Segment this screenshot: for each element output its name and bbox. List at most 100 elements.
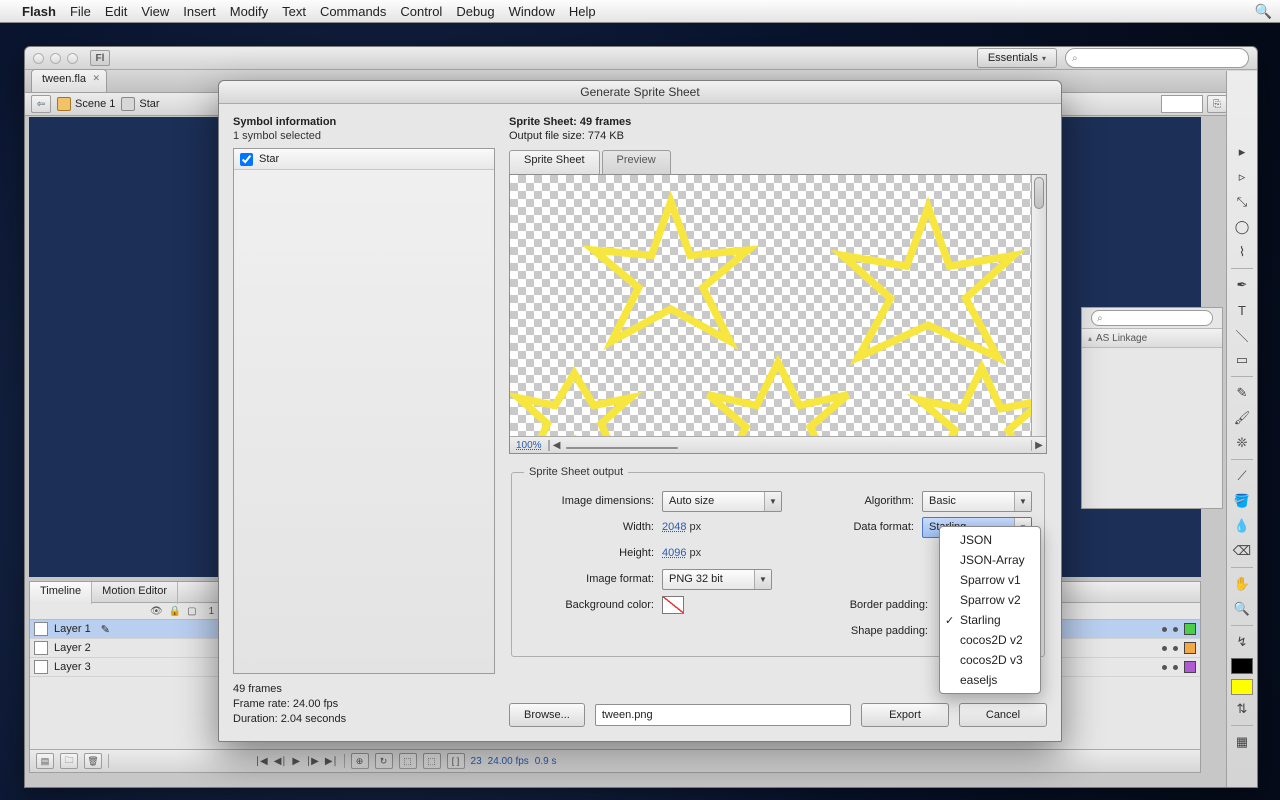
fill-color-swatch[interactable]	[1231, 679, 1253, 695]
onion-outline-icon[interactable]: ⬚	[423, 753, 441, 769]
help-search-input[interactable]: ⌕	[1065, 48, 1249, 68]
document-tab[interactable]: tween.fla ✕	[31, 69, 107, 92]
scroll-right-icon[interactable]: ▶	[1031, 440, 1046, 451]
delete-layer-icon[interactable]: 🗑	[84, 753, 102, 769]
width-value[interactable]: 2048	[662, 521, 686, 533]
window-zoom-icon[interactable]	[67, 53, 78, 64]
menu-view[interactable]: View	[141, 4, 169, 19]
sprite-sheet-preview[interactable]: 100% ◀ ▶	[509, 174, 1047, 454]
stroke-style-icon[interactable]: ↯	[1230, 631, 1254, 653]
window-minimize-icon[interactable]	[50, 53, 61, 64]
image-dimensions-dropdown[interactable]: Auto size▼	[662, 491, 782, 512]
edit-scene-icon[interactable]: ⎘	[1207, 95, 1227, 113]
breadcrumb-symbol[interactable]: Star	[121, 97, 159, 111]
close-tab-icon[interactable]: ✕	[92, 73, 100, 84]
onion-skin-icon[interactable]: ⬚	[399, 753, 417, 769]
edit-multiple-icon[interactable]: [ ]	[447, 753, 465, 769]
tab-timeline[interactable]: Timeline	[30, 582, 92, 604]
menu-debug[interactable]: Debug	[456, 4, 494, 19]
paint-bucket-tool-icon[interactable]: 🪣	[1230, 490, 1254, 512]
data-format-option[interactable]: ✓Starling	[940, 610, 1040, 630]
scrollbar-thumb[interactable]	[1034, 177, 1044, 209]
3d-rotation-tool-icon[interactable]: ◯	[1230, 216, 1254, 238]
tab-sprite-sheet[interactable]: Sprite Sheet	[509, 150, 600, 174]
new-layer-icon[interactable]: ▤	[36, 753, 54, 769]
preview-zoom[interactable]: 100%	[510, 440, 549, 451]
background-color-swatch[interactable]	[662, 596, 684, 614]
spotlight-icon[interactable]: 🔍	[1255, 3, 1272, 20]
subselection-tool-icon[interactable]: ▹	[1230, 166, 1254, 188]
menu-file[interactable]: File	[70, 4, 91, 19]
visibility-icon[interactable]: 👁	[150, 606, 163, 617]
symbol-checkbox[interactable]	[240, 153, 253, 166]
data-format-option[interactable]: cocos2D v3	[940, 650, 1040, 670]
image-format-dropdown[interactable]: PNG 32 bit▼	[662, 569, 772, 590]
window-close-icon[interactable]	[33, 53, 44, 64]
preview-vertical-scrollbar[interactable]	[1031, 175, 1046, 437]
data-format-menu[interactable]: JSONJSON-ArraySparrow v1Sparrow v2✓Starl…	[939, 526, 1041, 694]
step-fwd-icon[interactable]: ∣▶	[306, 756, 319, 767]
pen-tool-icon[interactable]: ✒	[1230, 274, 1254, 296]
height-value[interactable]: 4096	[662, 547, 686, 559]
menu-commands[interactable]: Commands	[320, 4, 386, 19]
loop-icon[interactable]: ↻	[375, 753, 393, 769]
scrollbar-thumb[interactable]	[566, 447, 678, 449]
hand-tool-icon[interactable]: ✋	[1230, 573, 1254, 595]
eyedropper-tool-icon[interactable]: 💧	[1230, 515, 1254, 537]
data-format-option[interactable]: Sparrow v1	[940, 570, 1040, 590]
scroll-left-icon[interactable]: ◀	[549, 440, 564, 451]
workspace-switcher[interactable]: Essentials	[977, 48, 1057, 68]
center-frame-icon[interactable]: ⊕	[351, 753, 369, 769]
outline-icon[interactable]: ▢	[187, 606, 196, 617]
goto-last-icon[interactable]: ▶∣	[325, 756, 338, 767]
data-format-option[interactable]: easeljs	[940, 670, 1040, 690]
symbol-list[interactable]: Star	[233, 148, 495, 674]
eraser-tool-icon[interactable]: ⌫	[1230, 540, 1254, 562]
window-controls[interactable]	[33, 53, 78, 64]
library-search-input[interactable]: ⌕	[1091, 310, 1213, 326]
data-format-option[interactable]: JSON	[940, 530, 1040, 550]
menu-control[interactable]: Control	[400, 4, 442, 19]
zoom-tool-icon[interactable]: 🔍	[1230, 598, 1254, 620]
brush-tool-icon[interactable]: 🖌	[1230, 407, 1254, 429]
algorithm-dropdown[interactable]: Basic▼	[922, 491, 1032, 512]
menu-help[interactable]: Help	[569, 4, 596, 19]
pencil-tool-icon[interactable]: ✎	[1230, 382, 1254, 404]
lasso-tool-icon[interactable]: ⌇	[1230, 241, 1254, 263]
symbol-list-item[interactable]: Star	[234, 149, 494, 170]
menu-window[interactable]: Window	[509, 4, 555, 19]
goto-first-icon[interactable]: ∣◀	[255, 756, 268, 767]
menu-modify[interactable]: Modify	[230, 4, 268, 19]
text-tool-icon[interactable]: T	[1230, 299, 1254, 321]
lock-icon[interactable]: 🔒	[169, 606, 181, 617]
library-column-header[interactable]: AS Linkage	[1082, 329, 1222, 348]
tab-preview[interactable]: Preview	[602, 150, 671, 174]
selection-tool-icon[interactable]: ▸	[1230, 141, 1254, 163]
breadcrumb-scene[interactable]: Scene 1	[57, 97, 115, 111]
line-tool-icon[interactable]: ＼	[1230, 324, 1254, 346]
stroke-color-swatch[interactable]	[1231, 658, 1253, 674]
free-transform-tool-icon[interactable]: ⤡	[1230, 191, 1254, 213]
output-filename-input[interactable]: tween.png	[595, 704, 851, 726]
swap-colors-icon[interactable]: ⇅	[1230, 698, 1254, 720]
menu-edit[interactable]: Edit	[105, 4, 127, 19]
export-button[interactable]: Export	[861, 703, 949, 727]
deco-tool-icon[interactable]: ❊	[1230, 432, 1254, 454]
browse-button[interactable]: Browse...	[509, 703, 585, 727]
menu-text[interactable]: Text	[282, 4, 306, 19]
back-button[interactable]: ⇦	[31, 95, 51, 113]
data-format-option[interactable]: JSON-Array	[940, 550, 1040, 570]
cancel-button[interactable]: Cancel	[959, 703, 1047, 727]
bone-tool-icon[interactable]: ⟋	[1230, 465, 1254, 487]
rectangle-tool-icon[interactable]: ▭	[1230, 349, 1254, 371]
app-name[interactable]: Flash	[22, 4, 56, 19]
zoom-dropdown[interactable]	[1161, 95, 1203, 113]
mac-menubar[interactable]: Flash File Edit View Insert Modify Text …	[0, 0, 1280, 23]
step-back-icon[interactable]: ◀∣	[274, 756, 287, 767]
new-folder-icon[interactable]: 🗀	[60, 753, 78, 769]
tab-motion-editor[interactable]: Motion Editor	[92, 582, 178, 604]
menu-insert[interactable]: Insert	[183, 4, 216, 19]
data-format-option[interactable]: Sparrow v2	[940, 590, 1040, 610]
data-format-option[interactable]: cocos2D v2	[940, 630, 1040, 650]
play-icon[interactable]: ▶	[292, 756, 300, 767]
